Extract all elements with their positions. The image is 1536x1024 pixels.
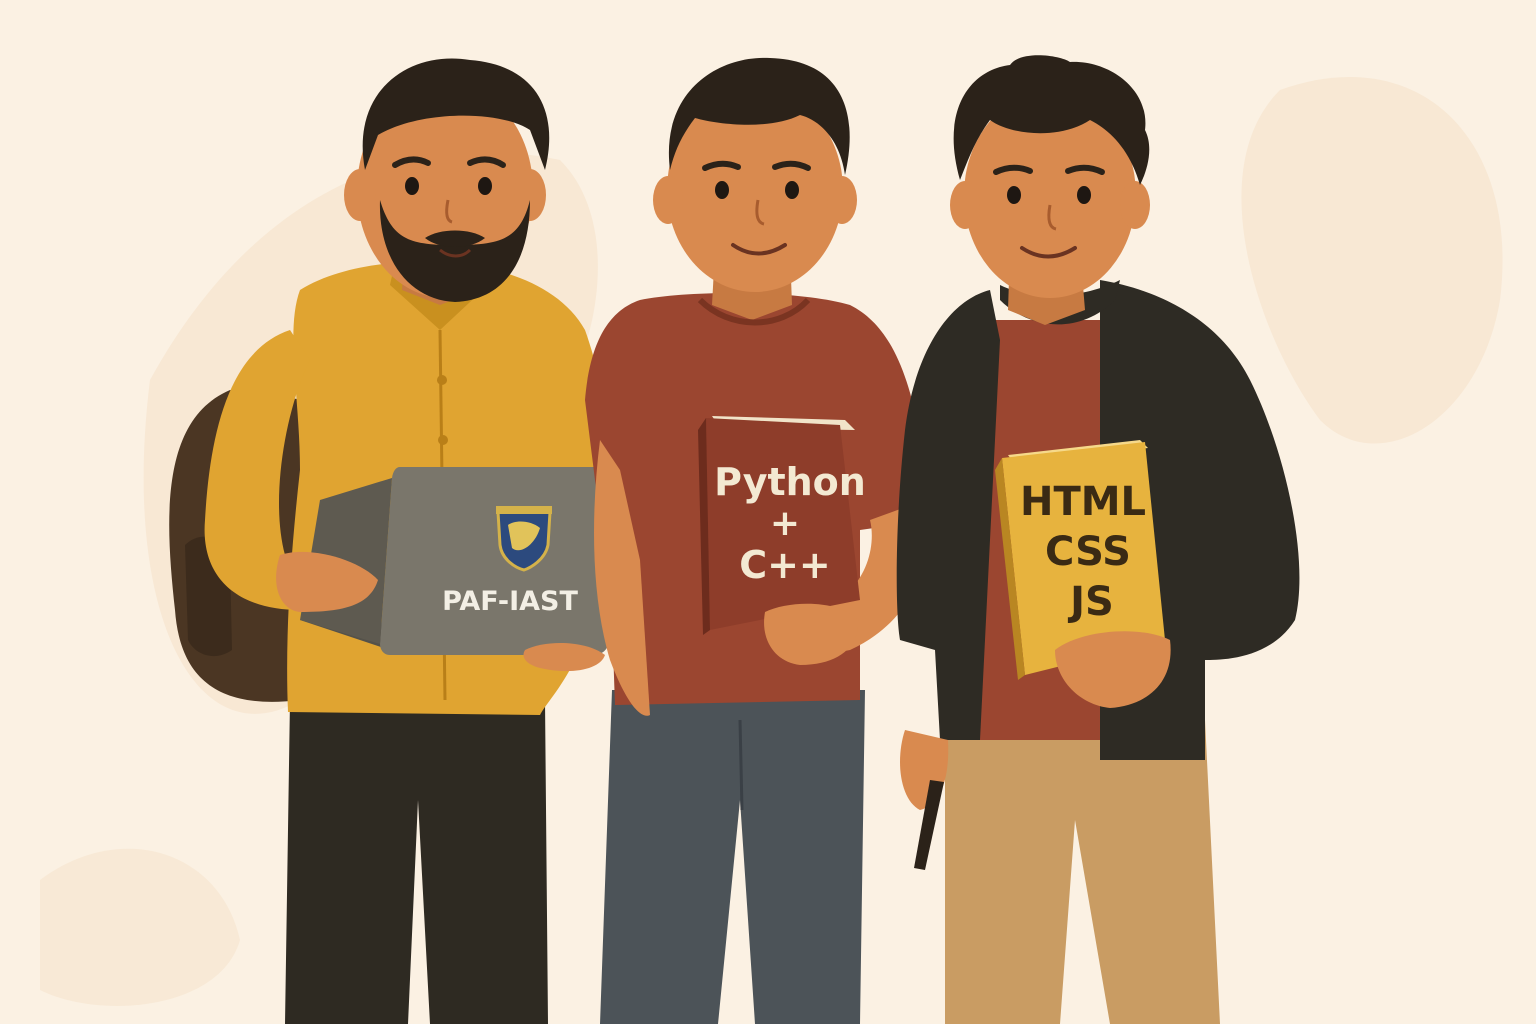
book-python-line1: Python xyxy=(714,460,866,504)
book-python-cpp: Python + C++ xyxy=(698,416,866,635)
laptop-brand-text: PAF-IAST xyxy=(442,586,578,617)
book-web-line2: CSS xyxy=(1045,529,1131,575)
book-python-line2: + xyxy=(770,503,800,544)
book-web-line1: HTML xyxy=(1020,479,1146,525)
illustration-scene: PAF-IAST Python + C++ HTML CSS JS xyxy=(0,0,1536,1024)
book-python-line3: C++ xyxy=(739,543,831,587)
book-web-line3: JS xyxy=(1067,579,1114,625)
